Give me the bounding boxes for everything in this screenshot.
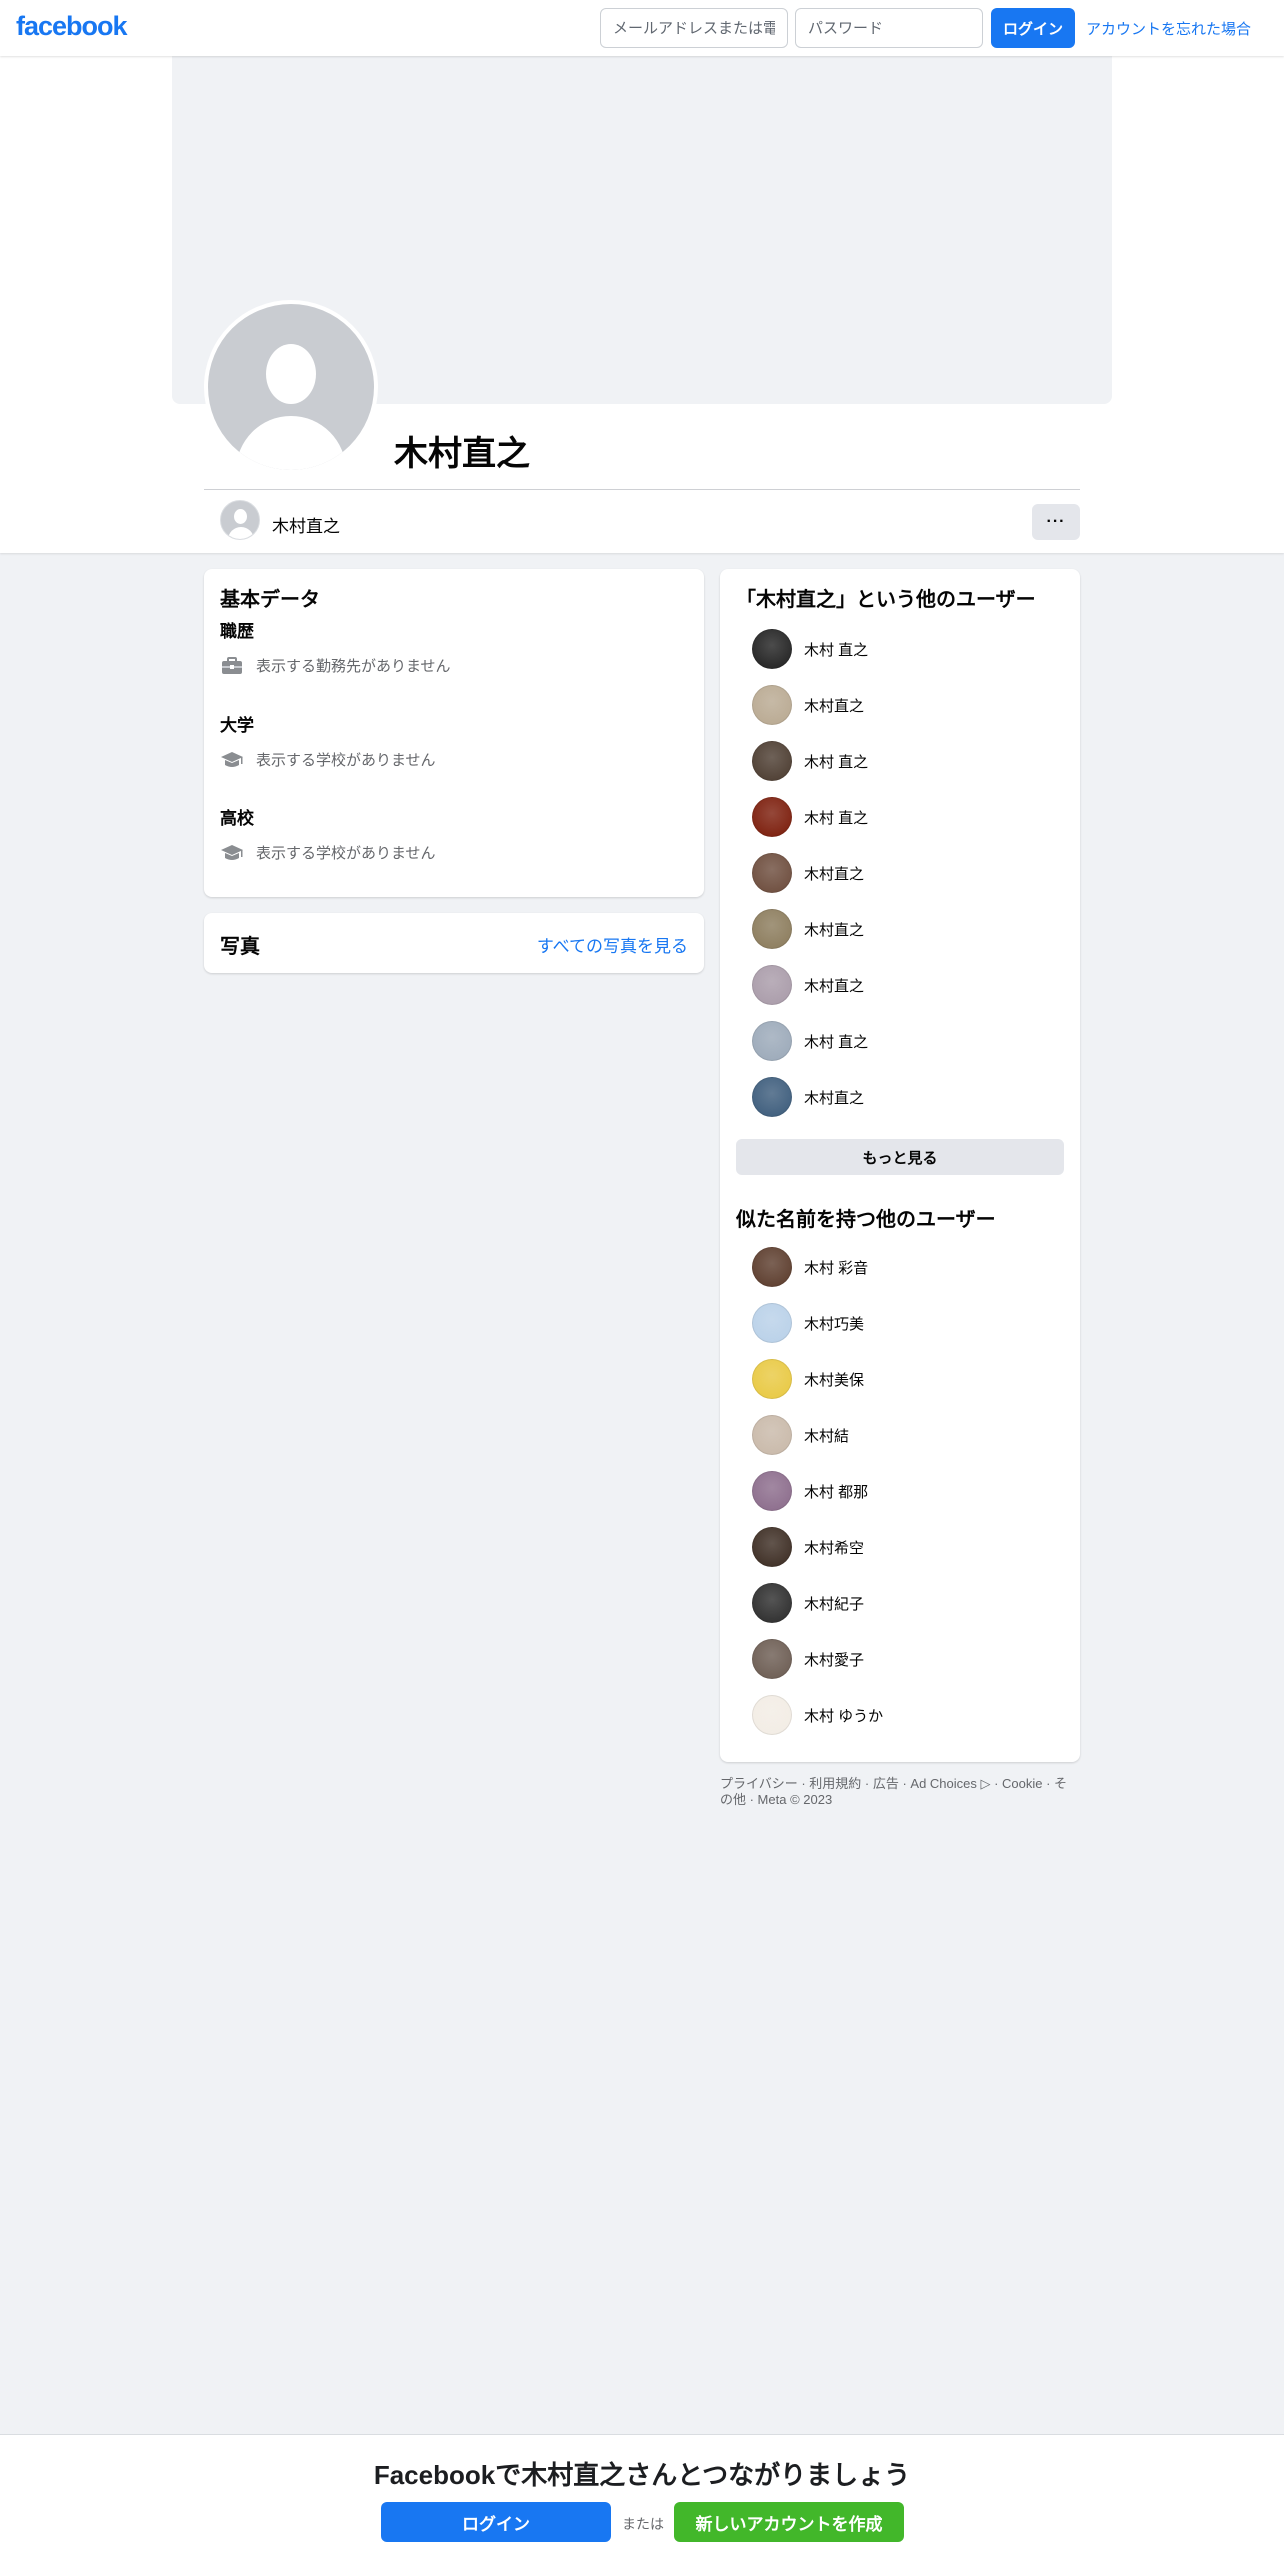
see-all-photos-link[interactable]: すべての写真を見る — [537, 932, 688, 957]
university-label: 大学 — [220, 716, 254, 735]
person-avatar — [752, 1021, 792, 1061]
banner-login-button[interactable]: ログイン — [381, 2502, 611, 2542]
person-name: 木村 直之 — [804, 809, 869, 827]
person-avatar — [752, 1303, 792, 1343]
more-options-button[interactable]: ··· — [1032, 504, 1080, 540]
create-account-button[interactable]: 新しいアカウントを作成 — [674, 2502, 904, 2542]
work-label: 職歴 — [220, 622, 254, 641]
person-name: 木村直之 — [804, 697, 865, 715]
person-avatar — [752, 1471, 792, 1511]
university-row: 表示する学校がありません — [220, 749, 436, 770]
person-name: 木村 都那 — [804, 1483, 869, 1501]
profile-picture[interactable] — [204, 300, 378, 474]
similar-name-person[interactable]: 木村 都那 — [752, 1469, 868, 1513]
person-avatar — [752, 965, 792, 1005]
highschool-label: 高校 — [220, 809, 254, 828]
similar-name-person[interactable]: 木村 ゆうか — [752, 1693, 883, 1737]
same-name-title: 「木村直之」という他のユーザー — [736, 589, 1036, 611]
person-avatar — [752, 797, 792, 837]
same-name-person[interactable]: 木村直之 — [752, 963, 864, 1007]
same-name-person[interactable]: 木村直之 — [752, 1075, 864, 1119]
similar-names-title: 似た名前を持つ他のユーザー — [736, 1209, 996, 1231]
photos-card: 写真 すべての写真を見る — [204, 913, 704, 973]
people-card: 「木村直之」という他のユーザー 木村 直之 木村直之 木村 直之 木村 直之 木… — [720, 569, 1080, 1762]
email-input[interactable] — [600, 8, 788, 48]
person-name: 木村希空 — [804, 1539, 865, 1557]
person-avatar — [752, 629, 792, 669]
same-name-person[interactable]: 木村 直之 — [752, 1019, 868, 1063]
same-name-person[interactable]: 木村直之 — [752, 907, 864, 951]
person-avatar — [752, 1247, 792, 1287]
graduation-cap-icon — [220, 750, 244, 770]
intro-card: 基本データ 職歴 表示する勤務先がありません 大学 表示する学校がありません 高… — [204, 569, 704, 897]
person-avatar — [752, 909, 792, 949]
university-empty-text: 表示する学校がありません — [256, 752, 436, 769]
highschool-row: 表示する学校がありません — [220, 842, 436, 863]
person-name: 木村美保 — [804, 1371, 865, 1389]
person-name: 木村 直之 — [804, 753, 869, 771]
person-name: 木村巧美 — [804, 1315, 865, 1333]
briefcase-icon — [220, 656, 244, 676]
person-name: 木村直之 — [804, 1089, 865, 1107]
person-name: 木村直之 — [804, 865, 865, 883]
similar-name-person[interactable]: 木村結 — [752, 1413, 849, 1457]
banner-or-text: または — [622, 2516, 664, 2532]
person-name: 木村 直之 — [804, 1033, 869, 1051]
person-avatar — [752, 741, 792, 781]
person-avatar — [752, 853, 792, 893]
person-avatar — [752, 1583, 792, 1623]
photos-title: 写真 — [220, 936, 260, 958]
same-name-person[interactable]: 木村直之 — [752, 683, 864, 727]
mini-avatar[interactable] — [220, 500, 260, 540]
mini-profile-name: 木村直之 — [272, 517, 340, 536]
person-name: 木村紀子 — [804, 1595, 865, 1613]
banner-title: Facebookで木村直之さんとつながりましょう — [373, 2460, 911, 2490]
facebook-logo[interactable]: facebook — [16, 11, 128, 42]
intro-title: 基本データ — [220, 589, 320, 611]
similar-name-person[interactable]: 木村巧美 — [752, 1301, 864, 1345]
person-avatar — [752, 1359, 792, 1399]
same-name-person[interactable]: 木村直之 — [752, 851, 864, 895]
person-name: 木村 ゆうか — [804, 1707, 884, 1725]
person-avatar — [752, 1695, 792, 1735]
person-avatar — [752, 685, 792, 725]
footer-links[interactable]: プライバシー · 利用規約 · 広告 · Ad Choices ▷ · Cook… — [720, 1776, 1080, 1808]
graduation-cap-icon — [220, 843, 244, 863]
similar-name-person[interactable]: 木村希空 — [752, 1525, 864, 1569]
person-avatar — [752, 1527, 792, 1567]
similar-name-person[interactable]: 木村紀子 — [752, 1581, 864, 1625]
see-more-button[interactable]: もっと見る — [736, 1139, 1064, 1175]
default-avatar-icon — [208, 304, 374, 470]
signup-banner: Facebookで木村直之さんとつながりましょう ログイン または 新しいアカウ… — [0, 2434, 1284, 2568]
person-avatar — [752, 1077, 792, 1117]
person-name: 木村直之 — [804, 921, 865, 939]
highschool-empty-text: 表示する学校がありません — [256, 845, 436, 862]
header-divider — [204, 489, 1080, 490]
person-avatar — [752, 1639, 792, 1679]
same-name-person[interactable]: 木村 直之 — [752, 627, 868, 671]
work-empty-text: 表示する勤務先がありません — [256, 658, 451, 675]
login-button[interactable]: ログイン — [991, 8, 1075, 48]
person-name: 木村結 — [804, 1427, 850, 1445]
forgot-account-link[interactable]: アカウントを忘れた場合 — [1086, 18, 1251, 39]
similar-name-person[interactable]: 木村愛子 — [752, 1637, 864, 1681]
person-name: 木村愛子 — [804, 1651, 865, 1669]
person-name: 木村 直之 — [804, 641, 869, 659]
similar-name-person[interactable]: 木村美保 — [752, 1357, 864, 1401]
person-name: 木村直之 — [804, 977, 865, 995]
work-row: 表示する勤務先がありません — [220, 655, 451, 676]
same-name-person[interactable]: 木村 直之 — [752, 739, 868, 783]
password-input[interactable] — [795, 8, 983, 48]
person-avatar — [752, 1415, 792, 1455]
top-nav: facebook ログイン アカウントを忘れた場合 — [0, 0, 1284, 56]
person-name: 木村 彩音 — [804, 1259, 869, 1277]
similar-name-person[interactable]: 木村 彩音 — [752, 1245, 868, 1289]
profile-name: 木村直之 — [394, 435, 530, 473]
same-name-person[interactable]: 木村 直之 — [752, 795, 868, 839]
